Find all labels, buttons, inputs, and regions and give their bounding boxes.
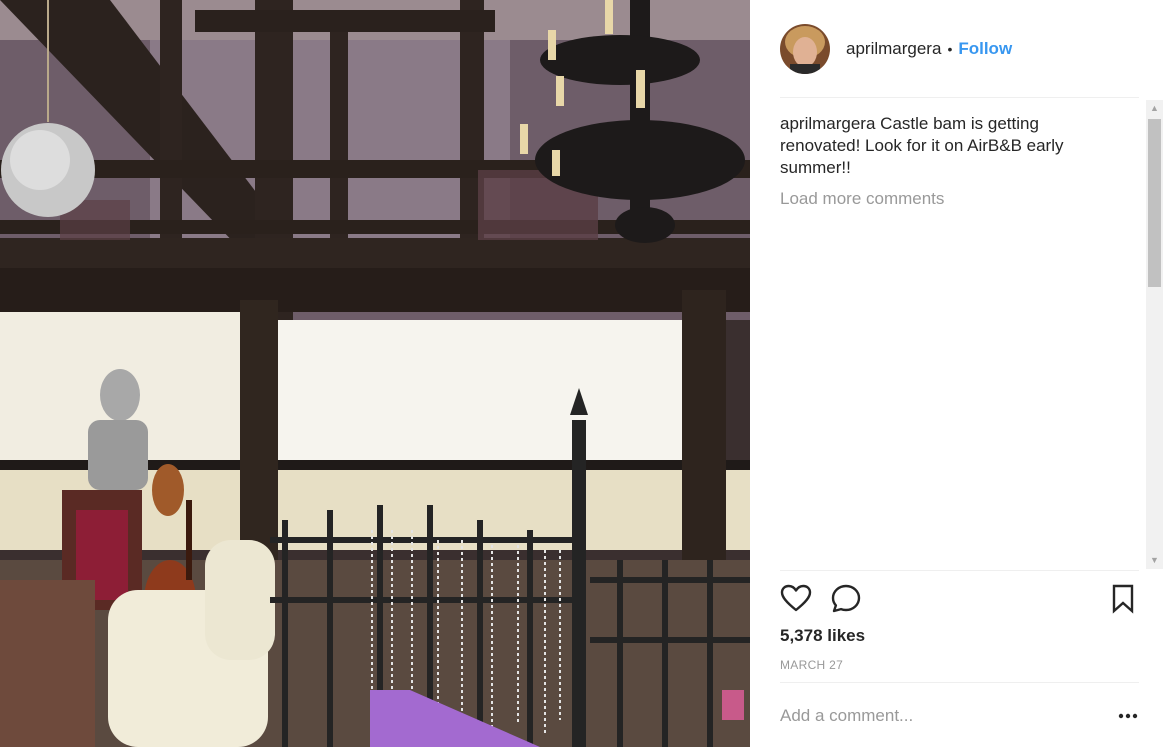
load-more-comments-button[interactable]: Load more comments — [780, 189, 1110, 209]
scrollbar-thumb[interactable] — [1148, 119, 1161, 287]
scroll-up-arrow-icon[interactable]: ▲ — [1146, 100, 1163, 117]
follow-button[interactable]: Follow — [958, 39, 1012, 59]
header-text: aprilmargera • Follow — [846, 39, 1012, 59]
more-options-icon — [1118, 713, 1138, 719]
comment-button[interactable] — [830, 583, 862, 615]
comments-scrollbar[interactable]: ▲ ▼ — [1146, 100, 1163, 569]
post-date[interactable]: MARCH 27 — [780, 658, 843, 672]
avatar[interactable] — [780, 24, 830, 74]
more-options-button[interactable] — [1116, 706, 1140, 726]
post-header: aprilmargera • Follow — [780, 22, 1139, 76]
divider — [780, 682, 1139, 683]
divider — [780, 97, 1139, 98]
comment-bubble-icon — [831, 584, 861, 613]
scroll-down-arrow-icon[interactable]: ▼ — [1146, 552, 1163, 569]
like-button[interactable] — [780, 583, 812, 615]
bookmark-icon — [1112, 584, 1134, 614]
header-username[interactable]: aprilmargera — [846, 39, 941, 59]
post-photo-image — [0, 0, 750, 747]
avatar-image — [780, 24, 830, 74]
caption: aprilmargera Castle bam is getting renov… — [780, 113, 1110, 179]
post-actions — [780, 583, 1139, 615]
header-separator: • — [947, 41, 953, 57]
likes-count[interactable]: 5,378 likes — [780, 626, 865, 646]
comments-area: aprilmargera Castle bam is getting renov… — [780, 113, 1110, 569]
divider — [780, 570, 1139, 571]
heart-icon — [780, 584, 812, 612]
post-photo[interactable] — [0, 0, 750, 747]
caption-username[interactable]: aprilmargera — [780, 114, 875, 133]
save-button[interactable] — [1107, 583, 1139, 615]
post-side-panel: aprilmargera • Follow aprilmargera Castl… — [750, 0, 1167, 747]
add-comment-input[interactable] — [780, 704, 1100, 728]
